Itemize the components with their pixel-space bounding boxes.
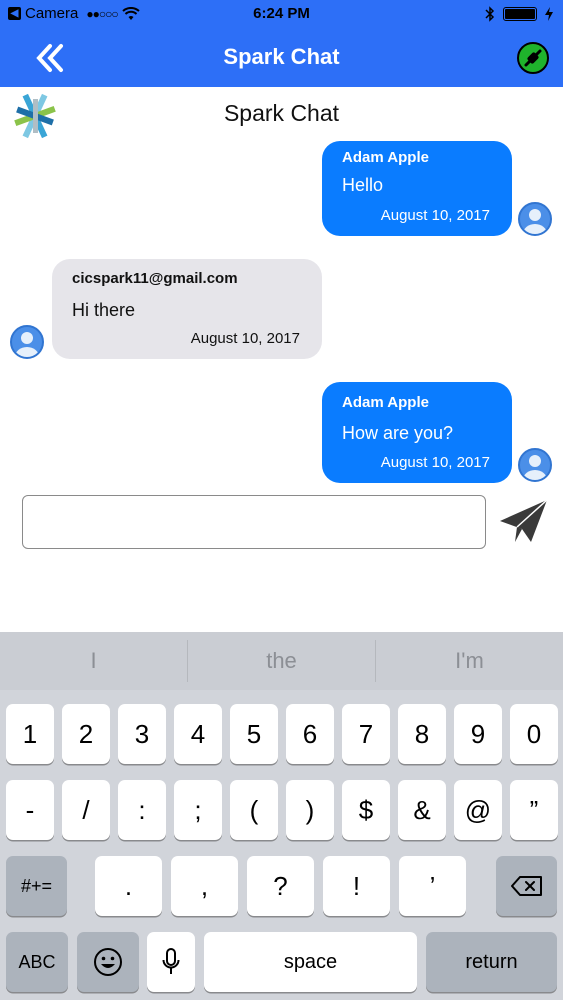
key-2[interactable]: 2 xyxy=(62,704,110,764)
key-slash[interactable]: / xyxy=(62,780,110,840)
avatar-icon[interactable] xyxy=(518,448,552,482)
status-time: 6:24 PM xyxy=(253,5,310,22)
chat-title: Spark Chat xyxy=(223,100,340,126)
key-emoji[interactable] xyxy=(77,932,139,992)
message-bubble-outgoing[interactable]: Adam Apple Hello August 10, 2017 xyxy=(322,141,512,236)
message-sender: Adam Apple xyxy=(342,149,429,166)
key-hyphen[interactable]: - xyxy=(6,780,54,840)
battery-icon xyxy=(503,7,537,21)
suggestion-bar: I the I'm xyxy=(0,632,563,690)
key-quote[interactable]: ” xyxy=(510,780,558,840)
key-ampersand[interactable]: & xyxy=(398,780,446,840)
key-abc[interactable]: ABC xyxy=(6,932,68,992)
key-question[interactable]: ? xyxy=(247,856,314,916)
emoji-icon xyxy=(94,948,122,976)
key-6[interactable]: 6 xyxy=(286,704,334,764)
key-return[interactable]: return xyxy=(426,932,557,992)
status-bar: ◀ Camera ●●○○○ 6:24 PM xyxy=(0,0,563,28)
suggestion-2[interactable]: the xyxy=(188,632,375,690)
key-colon[interactable]: : xyxy=(118,780,166,840)
avatar-icon[interactable] xyxy=(10,325,44,359)
key-dollar[interactable]: $ xyxy=(342,780,390,840)
key-close-paren[interactable]: ) xyxy=(286,780,334,840)
message-sender: cicspark11@gmail.com xyxy=(72,270,238,287)
key-period[interactable]: . xyxy=(95,856,162,916)
key-8[interactable]: 8 xyxy=(398,704,446,764)
message-date: August 10, 2017 xyxy=(190,330,300,347)
status-right xyxy=(485,6,553,22)
suggestion-3[interactable]: I'm xyxy=(376,632,563,690)
key-0[interactable]: 0 xyxy=(510,704,558,764)
key-exclamation[interactable]: ! xyxy=(323,856,390,916)
message-text: Hello xyxy=(342,175,384,195)
chat-header: Spark Chat xyxy=(0,87,563,143)
key-7[interactable]: 7 xyxy=(342,704,390,764)
avatar-icon[interactable] xyxy=(518,202,552,236)
message-text: How are you? xyxy=(342,423,454,443)
key-1[interactable]: 1 xyxy=(6,704,54,764)
message-bubble-outgoing[interactable]: Adam Apple How are you? August 10, 2017 xyxy=(322,382,512,483)
message-date: August 10, 2017 xyxy=(380,454,490,471)
message-bubble-incoming[interactable]: cicspark11@gmail.com Hi there August 10,… xyxy=(52,259,322,359)
send-icon[interactable] xyxy=(498,497,550,547)
bluetooth-icon xyxy=(485,6,495,22)
message-date: August 10, 2017 xyxy=(380,207,490,224)
key-9[interactable]: 9 xyxy=(454,704,502,764)
nav-title: Spark Chat xyxy=(223,44,340,69)
key-at[interactable]: @ xyxy=(454,780,502,840)
keyboard: I the I'm 1 2 3 4 5 6 7 8 9 0 - / : ; ( … xyxy=(0,632,563,1000)
message-text: Hi there xyxy=(72,300,136,320)
microphone-icon xyxy=(162,948,180,974)
key-space[interactable]: space xyxy=(204,932,417,992)
nav-bar: Spark Chat xyxy=(0,28,563,87)
charging-icon xyxy=(545,7,553,21)
message-sender: Adam Apple xyxy=(342,394,429,411)
key-3[interactable]: 3 xyxy=(118,704,166,764)
key-semicolon[interactable]: ; xyxy=(174,780,222,840)
key-4[interactable]: 4 xyxy=(174,704,222,764)
key-delete[interactable] xyxy=(496,856,557,916)
key-comma[interactable]: , xyxy=(171,856,238,916)
key-open-paren[interactable]: ( xyxy=(230,780,278,840)
delete-key-icon xyxy=(510,876,542,896)
key-more-symbols[interactable]: #+= xyxy=(6,856,67,916)
suggestion-1[interactable]: I xyxy=(0,632,187,690)
key-dictation[interactable] xyxy=(147,932,195,992)
key-5[interactable]: 5 xyxy=(230,704,278,764)
message-input[interactable] xyxy=(22,495,486,549)
connection-status-icon[interactable] xyxy=(517,42,549,74)
key-apostrophe[interactable]: ’ xyxy=(399,856,466,916)
